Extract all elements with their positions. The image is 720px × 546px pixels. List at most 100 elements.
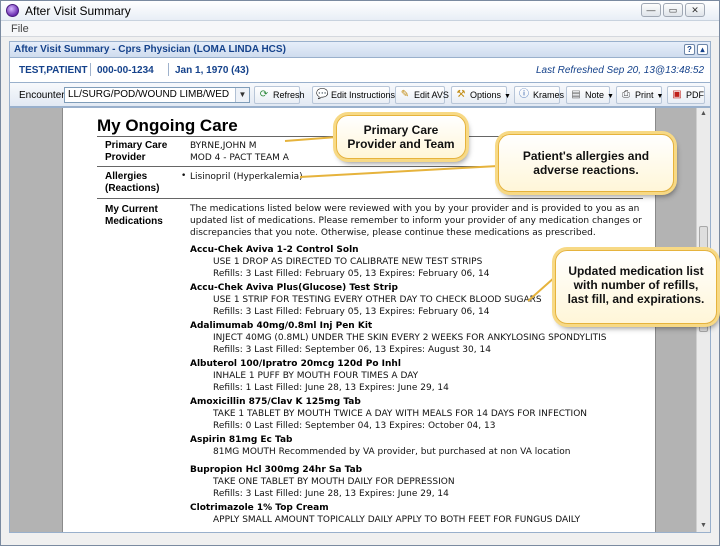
help-button[interactable]: ? (684, 44, 695, 55)
callout-pcp-line-1: Primary Care (363, 123, 439, 137)
pcp-label-1: Primary Care (105, 140, 168, 151)
patient-name: TEST,PATIENT (19, 65, 88, 76)
medication-name: Bupropion Hcl 300mg 24hr Sa Tab (190, 465, 363, 475)
note-button[interactable]: ▤ Note ▼ (566, 86, 614, 104)
callout-allergies-line-1: Patient's allergies and (522, 149, 650, 163)
collapse-button[interactable]: ▴ (697, 44, 708, 55)
patient-id: 000-00-1234 (97, 65, 154, 76)
meds-intro-1: The medications listed below were review… (190, 204, 640, 214)
menu-bar: File (1, 21, 719, 37)
callout-allergies-line-2: adverse reactions. (533, 163, 639, 177)
edit-avs-label: Edit AVS (414, 90, 449, 100)
encounter-label: Encounter: (19, 90, 68, 101)
meds-label-1: My Current (105, 204, 158, 215)
speech-bubble-icon: 💬 (316, 89, 329, 100)
medication-name: Aspirin 81mg Ec Tab (190, 435, 293, 445)
refresh-icon: ⟳ (259, 89, 269, 100)
panel-header: After Visit Summary - Cprs Physician (LO… (9, 41, 711, 58)
edit-instructions-label: Edit Instructions (331, 90, 396, 100)
meds-intro-2: updated list of medications. Please reme… (190, 216, 642, 226)
pcp-name: BYRNE,JOHN M (190, 141, 257, 151)
pdf-icon: ▣ (672, 89, 682, 100)
medication-name: Amoxicillin 875/Clav K 125mg Tab (190, 397, 361, 407)
note-icon: ▤ (571, 89, 581, 100)
close-button[interactable]: ✕ (685, 3, 705, 17)
pcp-label-2: Provider (105, 152, 146, 163)
options-label: Options (470, 90, 502, 100)
callout-pcp-line-2: Provider and Team (347, 137, 455, 151)
last-refreshed: Last Refreshed Sep 20, 13@13:48:52 (535, 65, 704, 76)
allergies-label-2: (Reactions) (105, 183, 160, 194)
encounter-select[interactable]: LL/SURG/POD/WOUND LIMB/WED ▼ (64, 87, 250, 103)
scroll-down-icon[interactable]: ▼ (700, 522, 707, 529)
dropdown-arrow-icon: ▼ (656, 93, 664, 100)
title-bar: After Visit Summary — ▭ ✕ (1, 1, 719, 21)
meds-intro-3: discrepancies that you note. Otherwise, … (190, 228, 596, 238)
section-heading: My Ongoing Care (97, 116, 238, 135)
pencil-icon: ✎ (400, 89, 410, 100)
options-button[interactable]: ⚒ Options ▼ (451, 86, 511, 104)
meds-label-2: Medications (105, 216, 163, 227)
note-label: Note (585, 90, 605, 100)
medication-fill: Refills: 3 Last Filled: June 28, 13 Expi… (213, 489, 449, 499)
callout-medications-line-1: Updated medication list (568, 264, 704, 278)
medication-fill: Refills: 3 Last Filled: February 05, 13 … (213, 269, 490, 279)
medication-sig: 81MG MOUTH Recommended by VA provider, b… (213, 447, 571, 457)
krames-button[interactable]: ⓘ Krames (514, 86, 564, 104)
pcp-team: MOD 4 - PACT TEAM A (190, 153, 289, 163)
divider (90, 63, 91, 76)
medication-fill: Refills: 3 Last Filled: February 05, 13 … (213, 307, 490, 317)
restore-button[interactable]: ▭ (663, 3, 683, 17)
medication-fill: Refills: 3 Last Filled: September 06, 13… (213, 345, 491, 355)
minimize-button[interactable]: — (641, 3, 661, 17)
callout-medications: Updated medication list with number of r… (555, 250, 717, 324)
edit-instructions-button[interactable]: 💬 Edit Instructions (312, 86, 395, 104)
medication-name: Albuterol 100/Ipratro 20mcg 120d Po Inhl (190, 359, 401, 369)
panel-title: After Visit Summary - Cprs Physician (LO… (14, 44, 286, 55)
medication-sig: INJECT 40MG (0.8ML) UNDER THE SKIN EVERY… (213, 333, 607, 343)
wrench-icon: ⚒ (456, 89, 466, 100)
print-label: Print (635, 90, 654, 100)
medication-sig: USE 1 STRIP FOR TESTING EVERY OTHER DAY … (213, 295, 542, 305)
medication-sig: TAKE 1 TABLET BY MOUTH TWICE A DAY WITH … (213, 409, 588, 419)
dropdown-arrow-icon: ▼ (607, 93, 614, 100)
callout-allergies: Patient's allergies and adverse reaction… (498, 134, 674, 192)
medication-name: Adalimumab 40mg/0.8ml Inj Pen Kit (190, 321, 373, 331)
printer-icon: ⎙ (622, 89, 630, 100)
chevron-down-icon[interactable]: ▼ (235, 88, 249, 102)
patient-bar: TEST,PATIENT 000-00-1234 Jan 1, 1970 (43… (9, 58, 711, 82)
bullet-icon: • (181, 171, 187, 181)
medication-sig: USE 1 DROP AS DIRECTED TO CALIBRATE NEW … (213, 257, 483, 267)
print-button[interactable]: ⎙ Print ▼ (616, 86, 664, 104)
medication-sig: APPLY SMALL AMOUNT TOPICALLY DAILY APPLY… (213, 515, 581, 525)
medication-name: Clotrimazole 1% Top Cream (190, 503, 329, 513)
allergy-item: Lisinopril (Hyperkalemia) (190, 172, 303, 182)
callout-pcp: Primary Care Provider and Team (336, 115, 466, 159)
krames-label: Krames (533, 90, 565, 100)
info-icon: ⓘ (519, 89, 529, 100)
pdf-label: PDF (686, 90, 704, 100)
callout-medications-line-3: last fill, and expirations. (567, 292, 705, 306)
medication-sig: INHALE 1 PUFF BY MOUTH FOUR TIMES A DAY (213, 371, 419, 381)
allergies-label-1: Allergies (105, 171, 148, 182)
divider (97, 198, 643, 199)
divider (168, 63, 169, 76)
refresh-label: Refresh (273, 90, 305, 100)
pdf-button[interactable]: ▣ PDF (667, 86, 705, 104)
toolbar: Encounter: LL/SURG/POD/WOUND LIMB/WED ▼ … (9, 82, 711, 107)
dropdown-arrow-icon: ▼ (504, 93, 511, 100)
app-icon (6, 4, 19, 17)
window-title: After Visit Summary (25, 4, 131, 18)
medication-name: Accu-Chek Aviva Plus(Glucose) Test Strip (190, 283, 398, 293)
medication-name: Accu-Chek Aviva 1-2 Control Soln (190, 245, 359, 255)
medication-fill: Refills: 1 Last Filled: June 28, 13 Expi… (213, 383, 449, 393)
patient-dob: Jan 1, 1970 (43) (175, 65, 249, 76)
medication-fill: Refills: 0 Last Filled: September 04, 13… (213, 421, 496, 431)
encounter-value: LL/SURG/POD/WOUND LIMB/WED (68, 89, 230, 100)
edit-avs-button[interactable]: ✎ Edit AVS (395, 86, 449, 104)
medication-sig: TAKE ONE TABLET BY MOUTH DAILY FOR DEPRE… (213, 477, 455, 487)
scroll-up-icon[interactable]: ▲ (700, 110, 707, 117)
menu-file[interactable]: File (11, 23, 29, 35)
callout-medications-line-2: with number of refills, (573, 278, 699, 292)
refresh-button[interactable]: ⟳ Refresh (254, 86, 305, 104)
